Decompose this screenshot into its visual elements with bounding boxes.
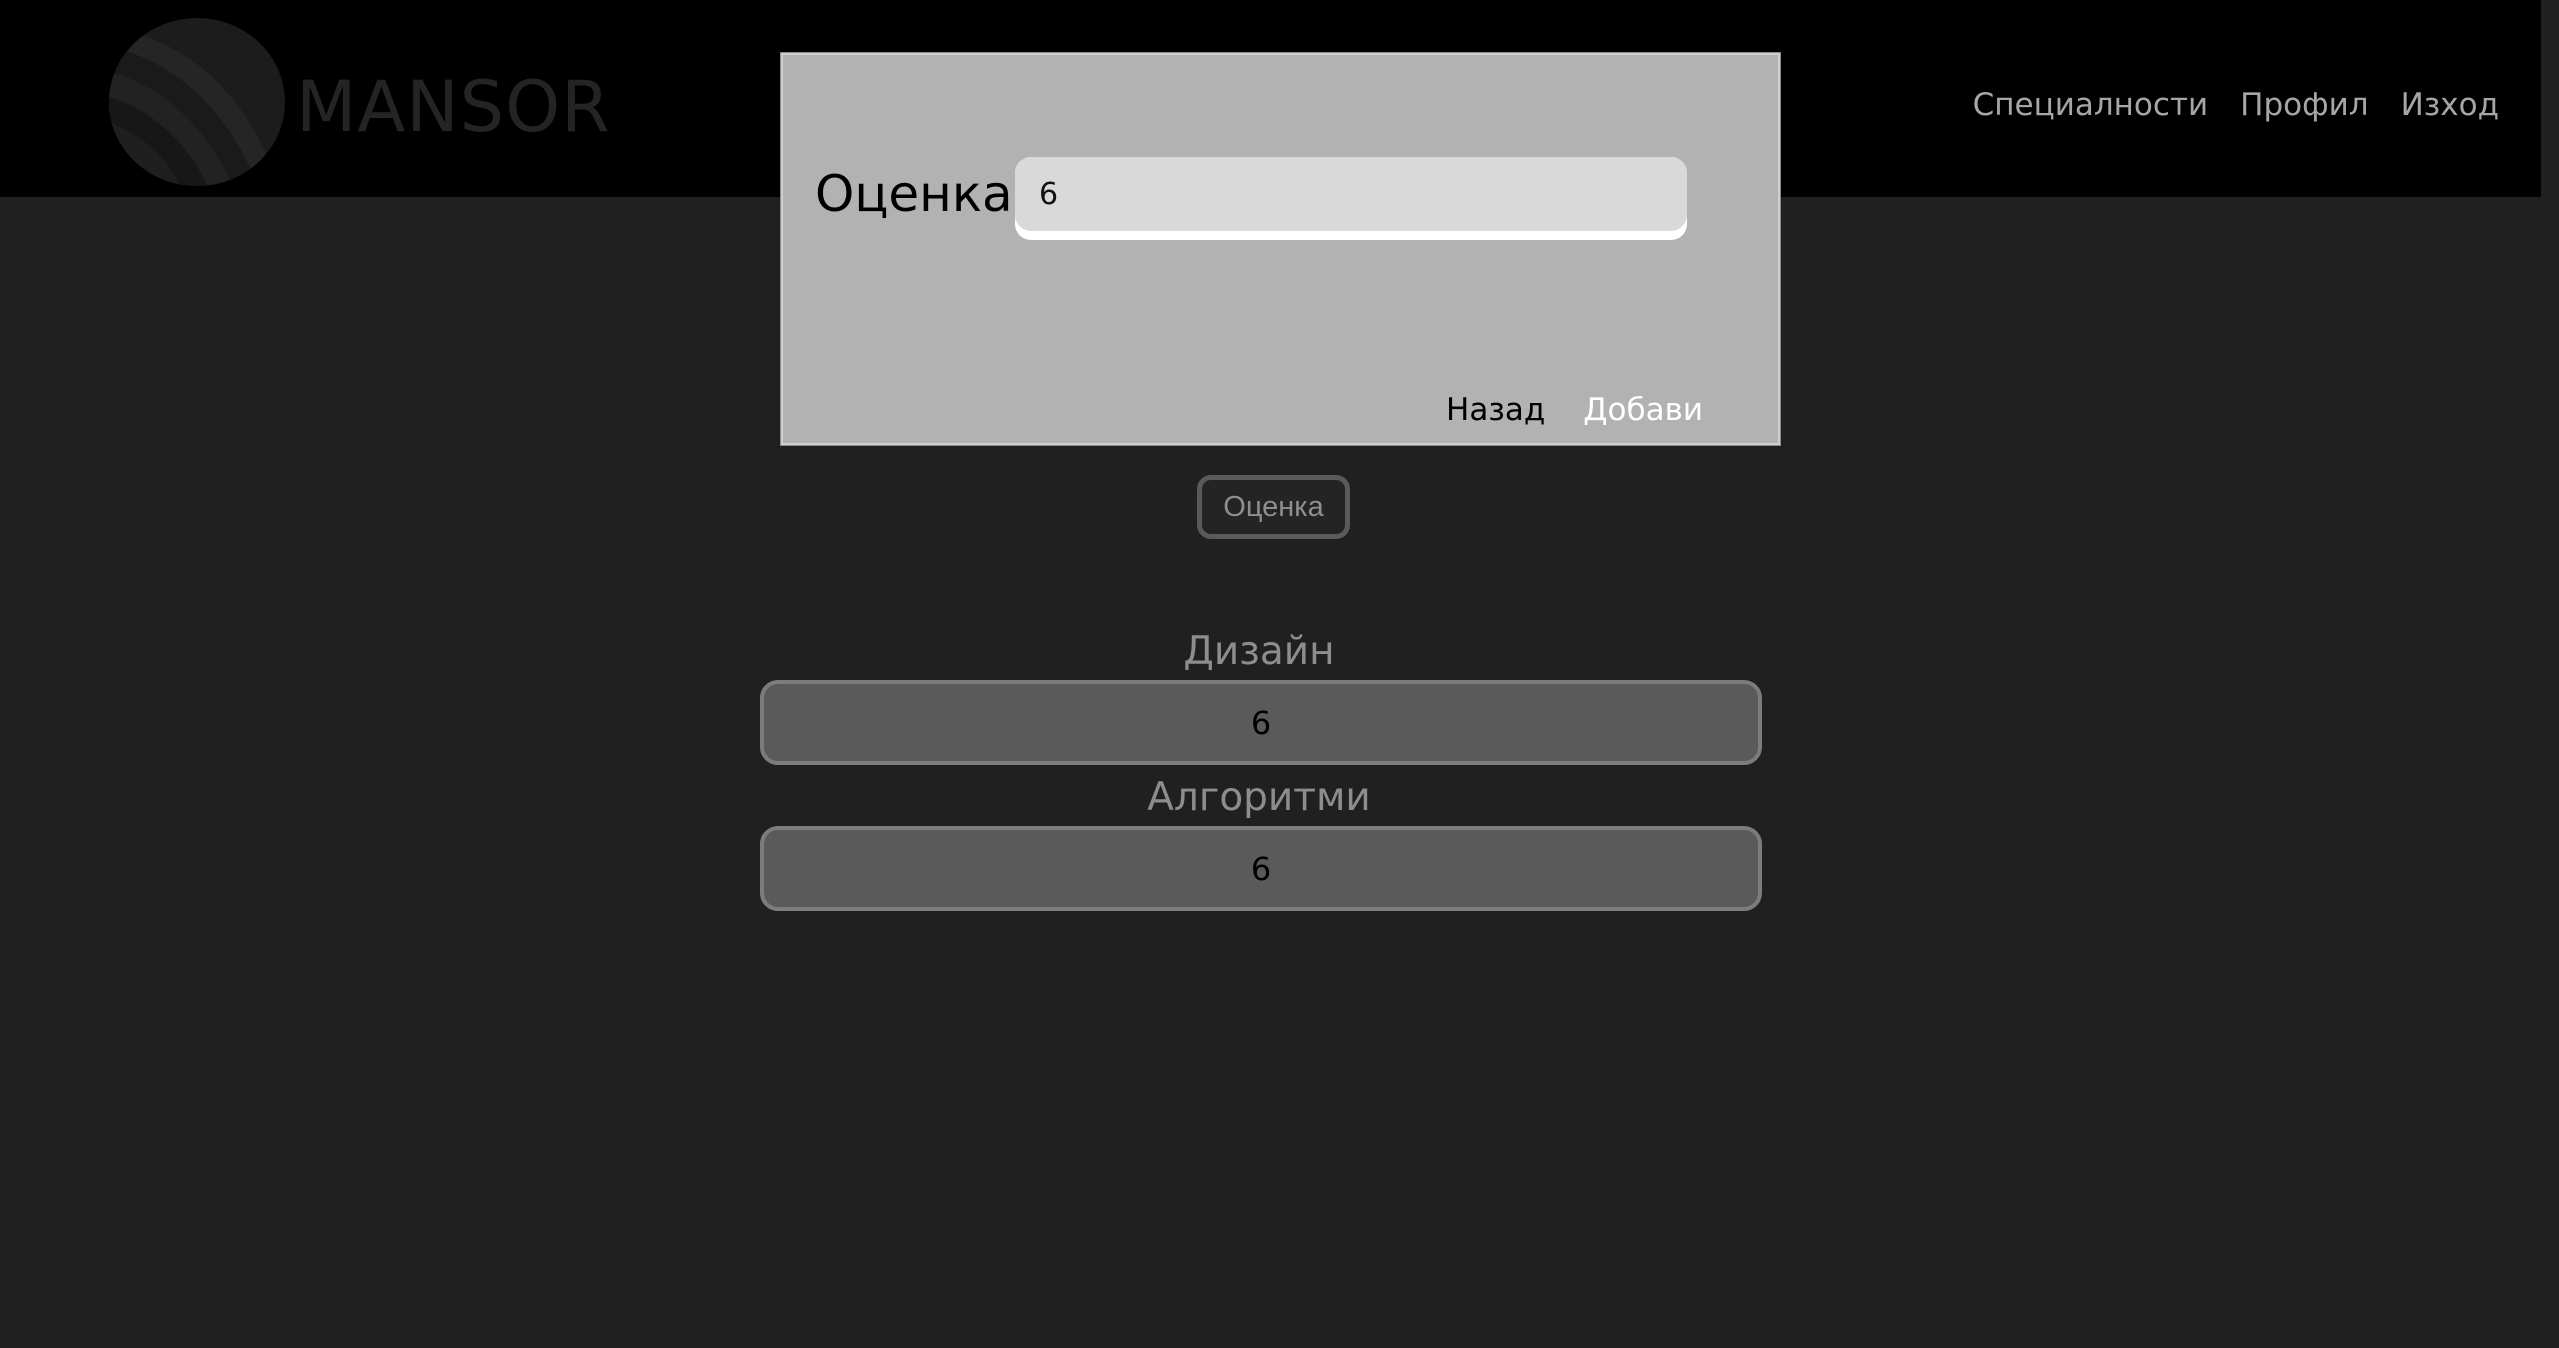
subject-grade-value: 6 xyxy=(1250,849,1272,888)
grade-input[interactable] xyxy=(1015,157,1687,231)
scrollbar-gutter xyxy=(2541,0,2559,1348)
back-button[interactable]: Назад xyxy=(1446,387,1545,433)
grade-input-wrapper xyxy=(1015,157,1687,240)
subject-grade-box[interactable]: 6 xyxy=(760,826,1762,911)
main-nav: Специалности Профил Изход xyxy=(1973,80,2499,130)
brand-logo[interactable]: MANSOR xyxy=(108,17,610,187)
subject-name: Алгоритми xyxy=(1147,775,1371,820)
grade-field-label: Оценка: xyxy=(815,165,1030,223)
brand-name: MANSOR xyxy=(296,66,611,148)
nav-link-specialties[interactable]: Специалности xyxy=(1973,80,2209,130)
subject-name: Дизайн xyxy=(1183,629,1335,674)
globe-logo-icon xyxy=(109,18,285,186)
nav-link-logout[interactable]: Изход xyxy=(2401,80,2499,130)
subject-grade-box[interactable]: 6 xyxy=(760,680,1762,765)
grade-button[interactable]: Оценка xyxy=(1197,475,1350,539)
dialog-actions: Назад Добави xyxy=(1446,387,1703,433)
subject-grade-value: 6 xyxy=(1250,703,1272,742)
add-grade-dialog: Оценка: Назад Добави xyxy=(780,52,1781,446)
add-button[interactable]: Добави xyxy=(1583,387,1703,433)
nav-link-profile[interactable]: Профил xyxy=(2240,80,2368,130)
